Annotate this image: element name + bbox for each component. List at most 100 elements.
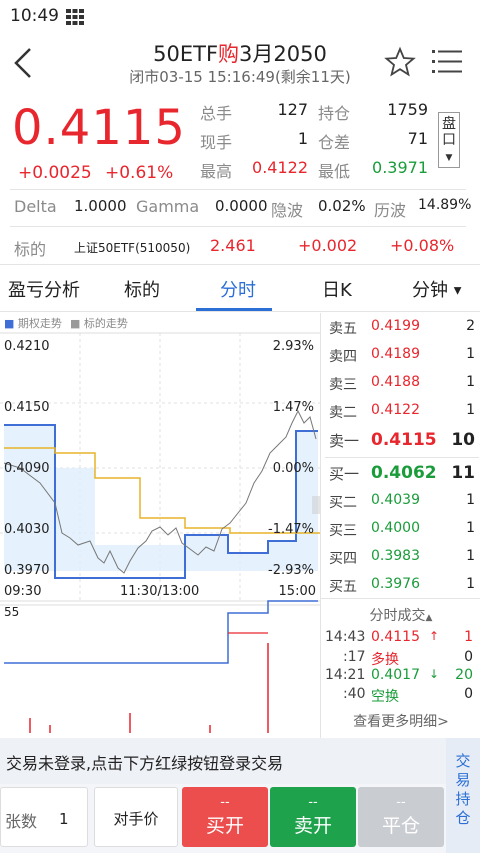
buy-open-label: 买开: [205, 815, 244, 837]
login-notice[interactable]: 交易未登录,点击下方红绿按钮登录交易: [0, 738, 446, 784]
caret-down-icon: ▼: [453, 285, 462, 297]
bid-qty: 1: [466, 548, 475, 564]
trade-position-label: 交易持仓: [455, 752, 471, 827]
gamma-label: Gamma: [136, 197, 200, 216]
ask-label: 卖三: [329, 377, 357, 393]
trades-title-label: 分时成交: [369, 608, 426, 624]
trade-price: 0.4017: [371, 667, 420, 683]
quantity-label: 张数: [5, 812, 38, 831]
volume-line: [4, 600, 318, 664]
bid-price: 0.4039: [371, 492, 420, 508]
low-price: 0.3971: [372, 158, 428, 177]
trade-buttons: 张数 1 对手价 -- 买开 -- 卖开 -- 平仓: [0, 784, 446, 853]
trade-qty: 1: [464, 629, 473, 645]
tab-pnl-analysis[interactable]: 盈亏分析: [8, 276, 80, 302]
bid-price: 0.3983: [371, 548, 420, 564]
title-suffix: 3月2050: [239, 42, 327, 66]
trade-position-tab[interactable]: 交易持仓: [446, 738, 480, 853]
open-interest-label: 持仓: [318, 104, 351, 123]
bid-qty: 1: [466, 576, 475, 592]
bid-label: 买三: [329, 523, 357, 539]
grid-icon: [66, 9, 84, 25]
close-label: 平仓: [381, 815, 420, 837]
low-label: 最低: [318, 162, 351, 181]
pct-label-5: -2.93%: [268, 563, 314, 578]
bid-row-3[interactable]: 买三 0.4000 1: [321, 515, 480, 543]
ask-row-1[interactable]: 卖一 0.4115 10: [321, 425, 480, 453]
ask-price: 0.4199: [371, 318, 420, 334]
tab-underlying[interactable]: 标的: [124, 276, 160, 302]
trade-ticks: 分时成交▲ 14:43 0.4115 ↑ 1 :17 多换 0 14:21 0.4017 ↓ 2…: [320, 598, 480, 738]
ask-qty: 10: [451, 430, 475, 450]
bid-row-5[interactable]: 买五 0.3976 1: [321, 571, 480, 599]
ask-price: 0.4115: [371, 430, 437, 450]
iv-label: 隐波: [271, 201, 304, 220]
hv-value: 14.89%: [418, 197, 472, 213]
trade-time: 14:43: [325, 629, 366, 645]
trade-qty: 20: [455, 667, 473, 683]
bid-label: 买二: [329, 495, 357, 511]
trade-price: 0.4115: [371, 629, 420, 645]
view-more-link[interactable]: 查看更多明细>: [321, 711, 480, 731]
y-label-1: 0.4210: [4, 339, 50, 354]
trades-title[interactable]: 分时成交▲: [321, 605, 480, 625]
header: 50ETF购3月2050 闭市03-15 15:16:49(剩余11天): [0, 32, 480, 96]
star-icon[interactable]: [384, 46, 416, 78]
bid-qty: 11: [451, 463, 475, 483]
pankou-toggle[interactable]: 盘口 ▼: [438, 112, 460, 168]
underlying-name[interactable]: 上证50ETF(510050): [74, 239, 190, 256]
status-bar: 10:49: [0, 0, 480, 32]
tab-intraday[interactable]: 分时: [220, 276, 256, 302]
pct-label-4: -1.47%: [268, 522, 314, 537]
quantity-stepper[interactable]: 张数 1: [0, 787, 88, 847]
gamma-value: 0.0000: [215, 197, 268, 215]
trade-time: :17: [343, 649, 366, 665]
high-label: 最高: [200, 162, 233, 181]
divider: [10, 226, 466, 227]
bid-label: 买四: [329, 551, 357, 567]
status-time: 10:49: [10, 6, 59, 26]
trade-qty: 0: [464, 686, 473, 702]
sell-open-button[interactable]: -- 卖开: [270, 787, 356, 847]
bid-row-2[interactable]: 买二 0.4039 1: [321, 487, 480, 515]
ask-row-2[interactable]: 卖二 0.4122 1: [321, 397, 480, 425]
ask-label: 卖四: [329, 349, 357, 365]
pct-label-1: 2.93%: [272, 339, 314, 354]
ask-row-4[interactable]: 卖四 0.4189 1: [321, 341, 480, 369]
last-price: 0.4115: [12, 100, 186, 156]
underlying-price: 2.461: [210, 236, 256, 255]
trade-qty: 0: [464, 649, 473, 665]
menu-icon[interactable]: [432, 48, 464, 76]
tab-minute[interactable]: 分钟 ▼: [412, 276, 461, 302]
sell-open-price: --: [308, 795, 318, 810]
trade-row: 14:21 0.4017 ↓ 20: [321, 667, 480, 687]
chevron-down-icon: ▼: [445, 153, 453, 163]
ask-row-3[interactable]: 卖三 0.4188 1: [321, 369, 480, 397]
ask-qty: 2: [466, 318, 475, 334]
price-change: +0.0025: [18, 163, 92, 183]
chart-tabs: 盈亏分析 标的 分时 日K 分钟 ▼: [0, 264, 480, 312]
close-position-button[interactable]: -- 平仓: [358, 787, 444, 847]
counter-price-button[interactable]: 对手价: [94, 787, 178, 847]
sell-open-label: 卖开: [293, 815, 332, 837]
ask-qty: 1: [466, 374, 475, 390]
quantity-value: 1: [59, 810, 69, 828]
total-volume: 127: [277, 100, 308, 119]
ask-price: 0.4188: [371, 374, 420, 390]
price-change-pct: +0.61%: [105, 163, 174, 183]
ask-row-5[interactable]: 卖五 0.4199 2: [321, 313, 480, 341]
tab-daily-k[interactable]: 日K: [322, 276, 352, 302]
buy-open-button[interactable]: -- 买开: [182, 787, 268, 847]
hv-label: 历波: [374, 201, 407, 220]
bid-row-4[interactable]: 买四 0.3983 1: [321, 543, 480, 571]
bid-row-1[interactable]: 买一 0.4062 11: [321, 458, 480, 486]
bid-price: 0.4062: [371, 463, 437, 483]
y-label-5: 0.3970: [4, 563, 50, 578]
y-label-3: 0.4090: [4, 461, 50, 476]
intraday-chart[interactable]: ■ 期权走势 ■ 标的走势 0.4210 0.4150 0.4090 0.403…: [0, 313, 320, 733]
ask-price: 0.4122: [371, 402, 420, 418]
divider: [10, 189, 466, 190]
trade-type: 多换: [371, 652, 399, 668]
down-arrow-icon: ↓: [429, 667, 440, 681]
ask-label: 卖五: [329, 321, 357, 337]
